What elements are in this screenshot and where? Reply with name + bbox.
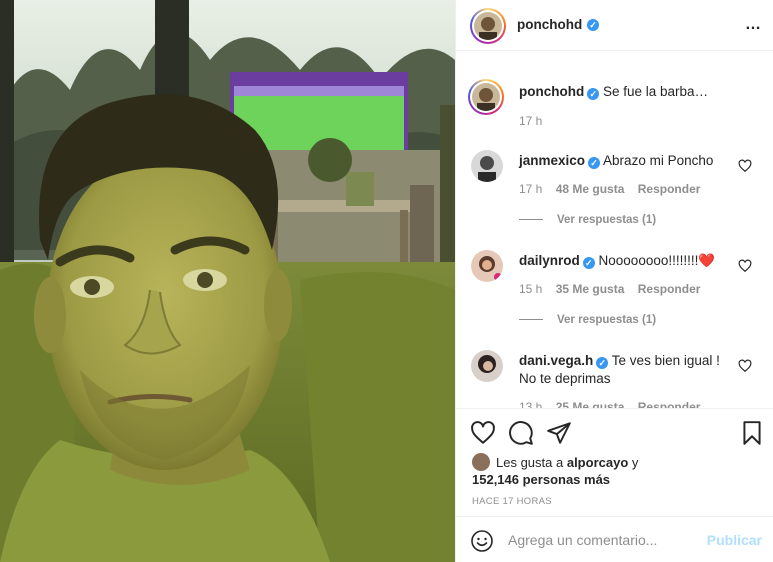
author-username[interactable]: ponchohd bbox=[517, 17, 582, 32]
comment-text: janmexico ✓ Abrazo mi Poncho bbox=[519, 152, 733, 170]
comment-likes[interactable]: 35 Me gusta bbox=[556, 282, 625, 296]
comment-username[interactable]: janmexico bbox=[519, 153, 585, 168]
verified-badge-icon: ✓ bbox=[596, 357, 609, 369]
view-replies-label: Ver respuestas (1) bbox=[557, 214, 657, 226]
comment-time[interactable]: 15 h bbox=[519, 282, 542, 296]
comment-form: Publicar bbox=[456, 516, 773, 562]
replies-divider bbox=[519, 319, 543, 321]
speech-bubble-icon[interactable] bbox=[508, 420, 534, 446]
caption-time[interactable]: 17 h bbox=[519, 114, 542, 128]
comment-text: dailynrod ✓ Noooooooo!!!!!!!!❤️ bbox=[519, 252, 733, 270]
comment-input[interactable] bbox=[508, 529, 703, 551]
caption-avatar-image bbox=[472, 83, 500, 111]
comment-heart-icon[interactable] bbox=[738, 159, 752, 173]
comment-username[interactable]: dailynrod bbox=[519, 253, 580, 268]
paper-plane-icon[interactable] bbox=[546, 420, 572, 446]
post-actions: Les gusta a alporcayo y 152,146 personas… bbox=[456, 408, 773, 516]
caption-meta: 17 h bbox=[519, 114, 552, 128]
author-avatar-image bbox=[474, 12, 502, 40]
publish-button[interactable]: Publicar bbox=[707, 532, 762, 548]
verified-badge-icon: ✓ bbox=[588, 157, 601, 169]
reply-button[interactable]: Responder bbox=[638, 282, 701, 296]
commenter-avatar[interactable] bbox=[471, 150, 503, 182]
comment-time[interactable]: 17 h bbox=[519, 182, 542, 196]
more-options-icon[interactable]: … bbox=[745, 16, 762, 34]
comment-time[interactable]: 13 h bbox=[519, 400, 542, 408]
view-replies-label: Ver respuestas (1) bbox=[557, 314, 657, 326]
comment-heart-icon[interactable] bbox=[738, 359, 752, 373]
comment-body: Abrazo mi Poncho bbox=[603, 153, 714, 168]
post-header: ponchohd ✓ … bbox=[456, 0, 773, 51]
comment-meta: 13 h 25 Me gusta Responder bbox=[519, 400, 710, 408]
commenter-avatar-image bbox=[471, 150, 503, 182]
comment-username[interactable]: dani.vega.h bbox=[519, 353, 593, 368]
commenter-avatar-image bbox=[471, 250, 503, 282]
reply-button[interactable]: Responder bbox=[638, 182, 701, 196]
comment-text: dani.vega.h ✓ Te ves bien igual ! No te d… bbox=[519, 352, 733, 388]
post-side-panel: ponchohd ✓ … ponchohd ✓ Se fue la barba… … bbox=[455, 0, 773, 562]
caption-body: Se fue la barba… bbox=[603, 84, 709, 99]
selfie-image bbox=[0, 0, 455, 562]
comment-meta: 17 h 48 Me gusta Responder bbox=[519, 182, 710, 196]
likes-prefix: Les gusta a bbox=[496, 455, 564, 470]
bookmark-icon[interactable] bbox=[739, 420, 765, 446]
view-replies-button[interactable]: Ver respuestas (1) bbox=[519, 214, 656, 226]
verified-badge-icon: ✓ bbox=[587, 19, 599, 31]
comment-meta: 15 h 35 Me gusta Responder bbox=[519, 282, 710, 296]
post-photo bbox=[0, 0, 455, 562]
likes-count[interactable]: 152,146 personas más bbox=[472, 472, 610, 487]
comment-heart-icon[interactable] bbox=[738, 259, 752, 273]
comments-list[interactable]: ponchohd ✓ Se fue la barba… 17 h janmexic… bbox=[456, 52, 773, 408]
reply-button[interactable]: Responder bbox=[638, 400, 701, 408]
likes-summary: Les gusta a alporcayo y 152,146 personas… bbox=[472, 453, 638, 488]
post-timestamp[interactable]: HACE 17 HORAS bbox=[472, 496, 552, 507]
replies-divider bbox=[519, 219, 543, 221]
caption-username[interactable]: ponchohd bbox=[519, 84, 584, 99]
caption-avatar[interactable] bbox=[468, 79, 504, 115]
smiley-icon[interactable] bbox=[470, 529, 494, 553]
liker-username[interactable]: alporcayo bbox=[567, 455, 628, 470]
comment-body: Noooooooo!!!!!!!!❤️ bbox=[598, 253, 716, 268]
comment-likes[interactable]: 48 Me gusta bbox=[556, 182, 625, 196]
verified-badge-icon: ✓ bbox=[582, 257, 595, 269]
caption-text: ponchohd ✓ Se fue la barba… bbox=[519, 83, 733, 101]
heart-icon[interactable] bbox=[470, 420, 496, 446]
commenter-avatar[interactable] bbox=[471, 350, 503, 382]
verified-badge-icon: ✓ bbox=[587, 88, 600, 100]
view-replies-button[interactable]: Ver respuestas (1) bbox=[519, 314, 656, 326]
commenter-avatar[interactable] bbox=[471, 250, 503, 282]
liker-avatar[interactable] bbox=[472, 453, 490, 471]
author-avatar[interactable] bbox=[470, 8, 506, 44]
likes-joiner: y bbox=[631, 455, 639, 470]
commenter-avatar-image bbox=[471, 350, 503, 382]
comment-likes[interactable]: 25 Me gusta bbox=[556, 400, 625, 408]
